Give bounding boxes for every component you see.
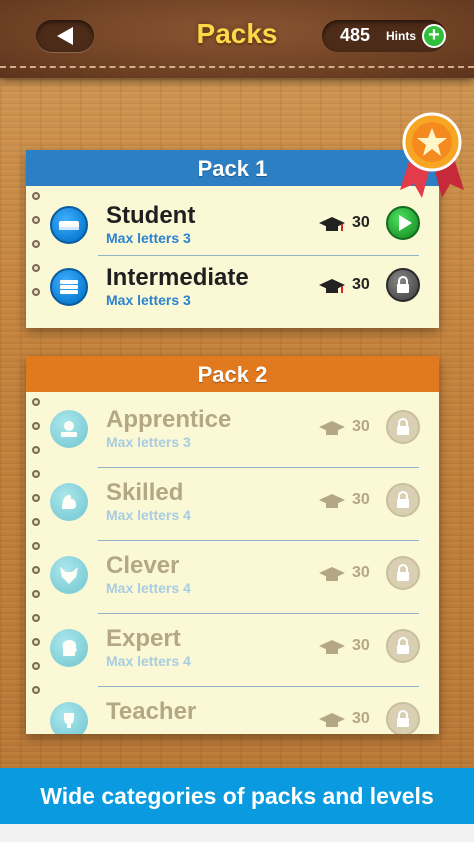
muscle-arm-icon	[50, 483, 88, 521]
lock-button[interactable]	[386, 410, 420, 444]
lock-button[interactable]	[386, 268, 420, 302]
add-hints-button[interactable]: +	[422, 24, 446, 48]
level-row-student[interactable]: Student Max letters 3 30	[26, 194, 439, 256]
lock-icon	[397, 276, 409, 293]
level-row-teacher[interactable]: Teacher 30	[26, 690, 439, 734]
lock-button[interactable]	[386, 629, 420, 663]
graduation-cap-icon	[319, 217, 345, 231]
hints-counter[interactable]: 485 Hints +	[322, 20, 446, 52]
row-divider	[98, 686, 419, 687]
level-sub: Max letters 4	[106, 580, 191, 596]
level-row-skilled[interactable]: Skilled Max letters 4 30	[26, 471, 439, 541]
stitch-line	[0, 66, 474, 68]
level-name: Intermediate	[106, 264, 249, 291]
hints-label: Hints	[386, 29, 416, 43]
promo-banner: Wide categories of packs and levels	[0, 768, 474, 824]
level-row-intermediate[interactable]: Intermediate Max letters 3 30	[26, 256, 439, 318]
bottom-strip	[0, 824, 474, 842]
graduation-cap-icon	[319, 713, 345, 727]
level-name: Expert	[106, 625, 181, 652]
level-sub: Max letters 4	[106, 653, 191, 669]
fox-icon	[50, 556, 88, 594]
play-icon	[398, 215, 412, 231]
graduation-cap-icon	[319, 421, 345, 435]
level-name: Student	[106, 202, 196, 229]
level-sub: Max letters 3	[106, 434, 191, 450]
level-count: 30	[352, 637, 370, 654]
level-row-expert[interactable]: Expert Max letters 4 30	[26, 617, 439, 687]
row-divider	[98, 467, 419, 468]
row-divider	[98, 540, 419, 541]
lock-icon	[397, 710, 409, 727]
lock-icon	[397, 637, 409, 654]
level-sub: Max letters 4	[106, 507, 191, 523]
apple-books-icon	[50, 410, 88, 448]
book-icon	[50, 206, 88, 244]
graduation-cap-icon	[319, 279, 345, 293]
lock-icon	[397, 418, 409, 435]
level-count: 30	[352, 418, 370, 435]
level-row-apprentice[interactable]: Apprentice Max letters 3 30	[26, 398, 439, 468]
play-button[interactable]	[386, 206, 420, 240]
graduation-cap-icon	[319, 494, 345, 508]
lock-button[interactable]	[386, 556, 420, 590]
level-count: 30	[352, 276, 370, 293]
books-stack-icon	[50, 268, 88, 306]
level-count: 30	[352, 491, 370, 508]
graduation-cap-icon	[319, 567, 345, 581]
lock-icon	[397, 491, 409, 508]
lock-button[interactable]	[386, 483, 420, 517]
level-name: Teacher	[106, 698, 197, 725]
level-count: 30	[352, 710, 370, 727]
level-sub: Max letters 3	[106, 230, 191, 246]
pack-2-header: Pack 2	[26, 356, 439, 392]
pack-1-header: Pack 1	[26, 150, 439, 186]
hints-count: 485	[340, 25, 371, 45]
level-count: 30	[352, 214, 370, 231]
level-row-clever[interactable]: Clever Max letters 4 30	[26, 544, 439, 614]
level-name: Apprentice	[106, 406, 232, 433]
lock-button[interactable]	[386, 702, 420, 734]
level-name: Clever	[106, 552, 180, 579]
star-ribbon-badge-icon	[400, 112, 464, 198]
lock-icon	[397, 564, 409, 581]
brain-head-icon	[50, 629, 88, 667]
pack-card-1: Pack 1 Student Max letters 3 30 Intermed…	[26, 150, 439, 328]
row-divider	[98, 613, 419, 614]
level-count: 30	[352, 564, 370, 581]
graduation-cap-icon	[319, 640, 345, 654]
trophy-icon	[50, 702, 88, 734]
level-sub: Max letters 3	[106, 292, 191, 308]
level-name: Skilled	[106, 479, 184, 506]
pack-card-2: Pack 2 Apprentice Max letters 3 30 Skill…	[26, 356, 439, 734]
top-bar: Packs 485 Hints +	[0, 0, 474, 78]
